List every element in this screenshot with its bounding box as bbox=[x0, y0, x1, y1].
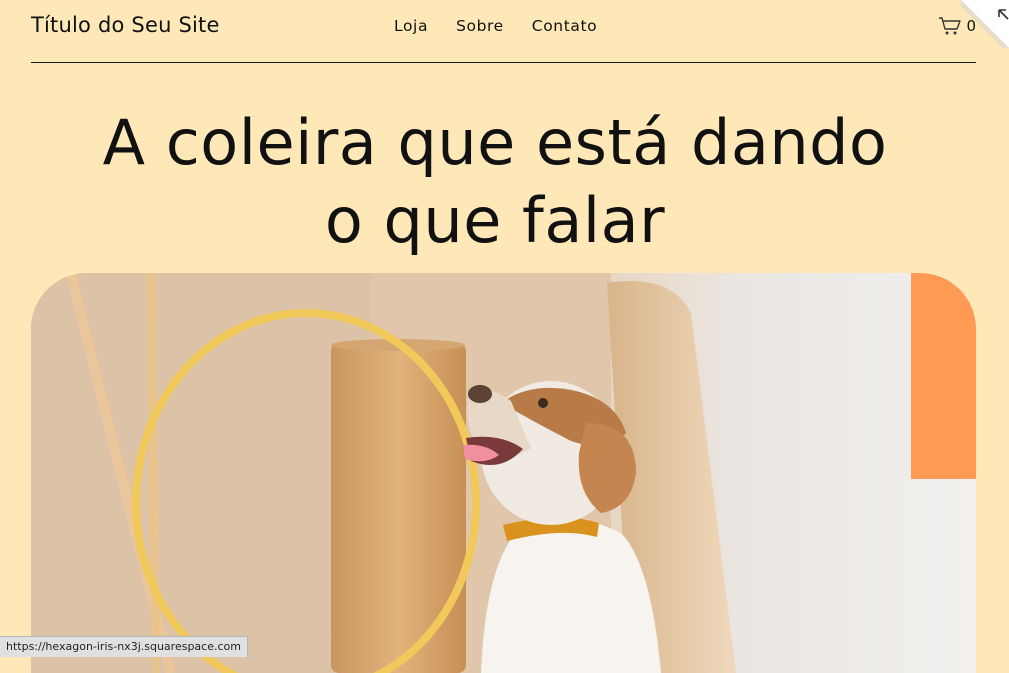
nav-link-loja[interactable]: Loja bbox=[394, 17, 428, 35]
hero-title: A coleira que está dando o que falar bbox=[0, 104, 990, 260]
nav-link-sobre[interactable]: Sobre bbox=[456, 17, 504, 35]
dog-photo bbox=[31, 273, 976, 673]
collapse-arrow-icon[interactable] bbox=[961, 0, 1009, 48]
hero-title-line-1: A coleira que está dando bbox=[102, 106, 888, 179]
site-title[interactable]: Título do Seu Site bbox=[31, 13, 220, 37]
hero-title-line-2: o que falar bbox=[324, 184, 666, 257]
browser-status-url: https://hexagon-iris-nx3j.squarespace.co… bbox=[0, 636, 248, 657]
site-header: Título do Seu Site Loja Sobre Contato 0 bbox=[31, 0, 976, 63]
cart-icon bbox=[939, 17, 962, 35]
hero-image bbox=[31, 273, 976, 673]
main-nav: Loja Sobre Contato bbox=[394, 17, 597, 35]
nav-link-contato[interactable]: Contato bbox=[532, 17, 597, 35]
